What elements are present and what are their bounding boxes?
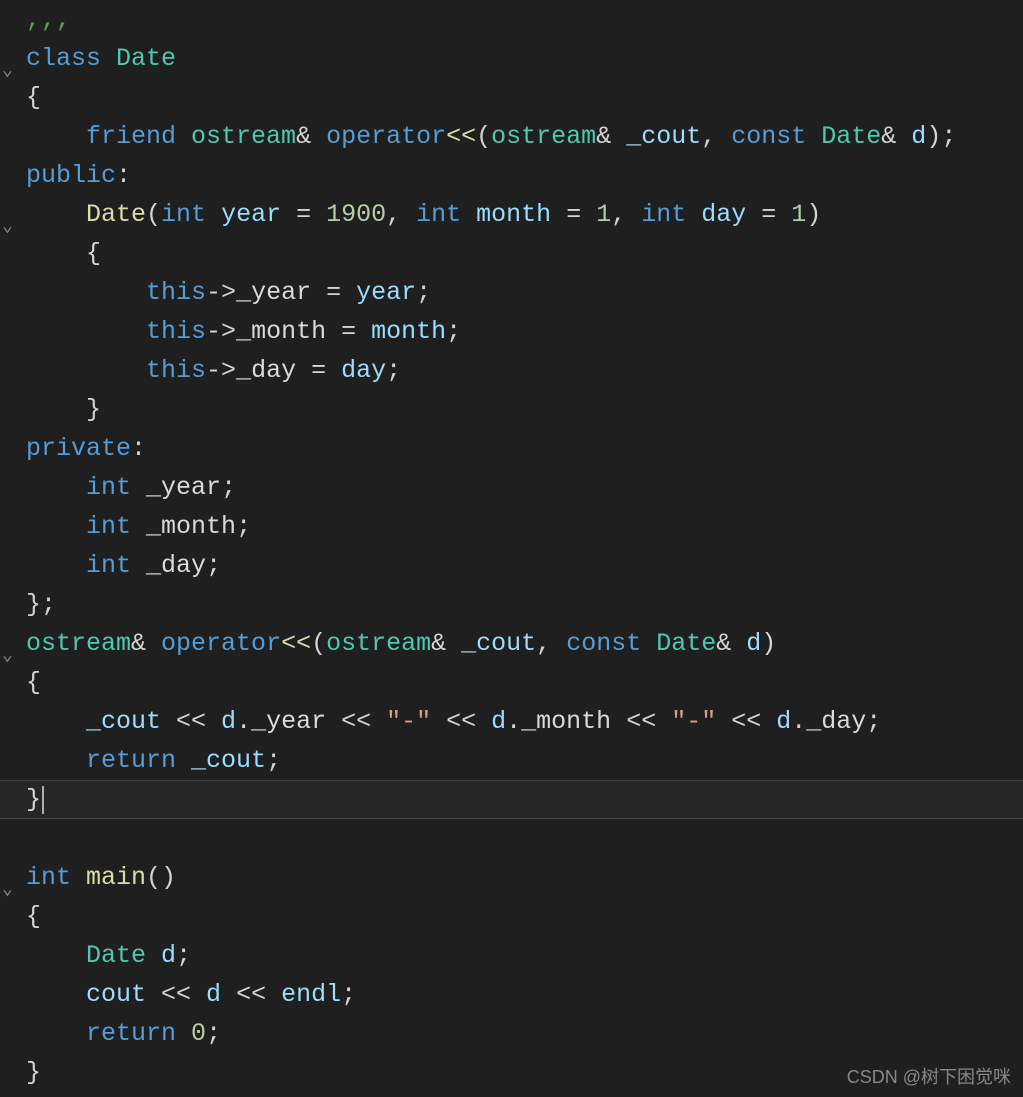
code-text: ostream& operator<<(ostream& _cout, cons… — [26, 629, 776, 658]
code-line[interactable]: ⌄ostream& operator<<(ostream& _cout, con… — [0, 624, 1023, 663]
code-line[interactable]: { — [0, 78, 1023, 117]
code-text: { — [26, 239, 101, 268]
code-text: int _month; — [26, 512, 251, 541]
code-line[interactable]: return _cout; — [0, 741, 1023, 780]
code-text: return 0; — [26, 1019, 221, 1048]
code-text: } — [26, 1058, 41, 1087]
code-line[interactable]: ⌄ Date(int year = 1900, int month = 1, i… — [0, 195, 1023, 234]
code-line[interactable]: this->_day = day; — [0, 351, 1023, 390]
code-text: Date(int year = 1900, int month = 1, int… — [26, 200, 821, 229]
code-line[interactable]: { — [0, 897, 1023, 936]
code-line[interactable]: ⌄int main() — [0, 858, 1023, 897]
code-line[interactable]: { — [0, 234, 1023, 273]
code-line[interactable]: ,,, — [0, 0, 1023, 39]
code-text: }; — [26, 590, 56, 619]
code-line[interactable]: int _day; — [0, 546, 1023, 585]
code-line[interactable]: return 0; — [0, 1014, 1023, 1053]
code-line[interactable]: cout << d << endl; — [0, 975, 1023, 1014]
code-text: this->_day = day; — [26, 356, 401, 385]
watermark-text: CSDN @树下困觉咪 — [847, 1063, 1011, 1089]
text-cursor — [42, 786, 44, 814]
code-text: int main() — [26, 863, 176, 892]
code-line[interactable]: ⌄class Date — [0, 39, 1023, 78]
code-line[interactable] — [0, 819, 1023, 858]
code-text: { — [26, 902, 41, 931]
code-line[interactable]: } — [0, 390, 1023, 429]
code-text: return _cout; — [26, 746, 281, 775]
code-line[interactable]: this->_year = year; — [0, 273, 1023, 312]
code-line[interactable]: }; — [0, 585, 1023, 624]
code-line[interactable]: public: — [0, 156, 1023, 195]
code-text: { — [26, 668, 41, 697]
code-text: _cout << d._year << "-" << d._month << "… — [26, 707, 881, 736]
code-text: class Date — [26, 44, 176, 73]
code-line[interactable]: Date d; — [0, 936, 1023, 975]
code-text: this->_year = year; — [26, 278, 431, 307]
code-line[interactable]: private: — [0, 429, 1023, 468]
code-text: friend ostream& operator<<(ostream& _cou… — [26, 122, 956, 151]
code-text: this->_month = month; — [26, 317, 461, 346]
code-text: private: — [26, 434, 146, 463]
code-text: ,,, — [26, 5, 71, 34]
code-text: cout << d << endl; — [26, 980, 356, 1009]
code-line[interactable]: int _month; — [0, 507, 1023, 546]
code-text: } — [26, 785, 41, 814]
code-text: Date d; — [26, 941, 191, 970]
code-text: public: — [26, 161, 131, 190]
code-editor[interactable]: ,,, ⌄class Date { friend ostream& operator… — [0, 0, 1023, 1092]
code-text: } — [26, 395, 101, 424]
code-line[interactable]: _cout << d._year << "-" << d._month << "… — [0, 702, 1023, 741]
code-text: { — [26, 83, 41, 112]
code-line[interactable]: } — [0, 780, 1023, 819]
code-line[interactable]: friend ostream& operator<<(ostream& _cou… — [0, 117, 1023, 156]
code-line[interactable]: { — [0, 663, 1023, 702]
code-line[interactable]: this->_month = month; — [0, 312, 1023, 351]
code-text: int _day; — [26, 551, 221, 580]
code-text: int _year; — [26, 473, 236, 502]
code-line[interactable]: int _year; — [0, 468, 1023, 507]
